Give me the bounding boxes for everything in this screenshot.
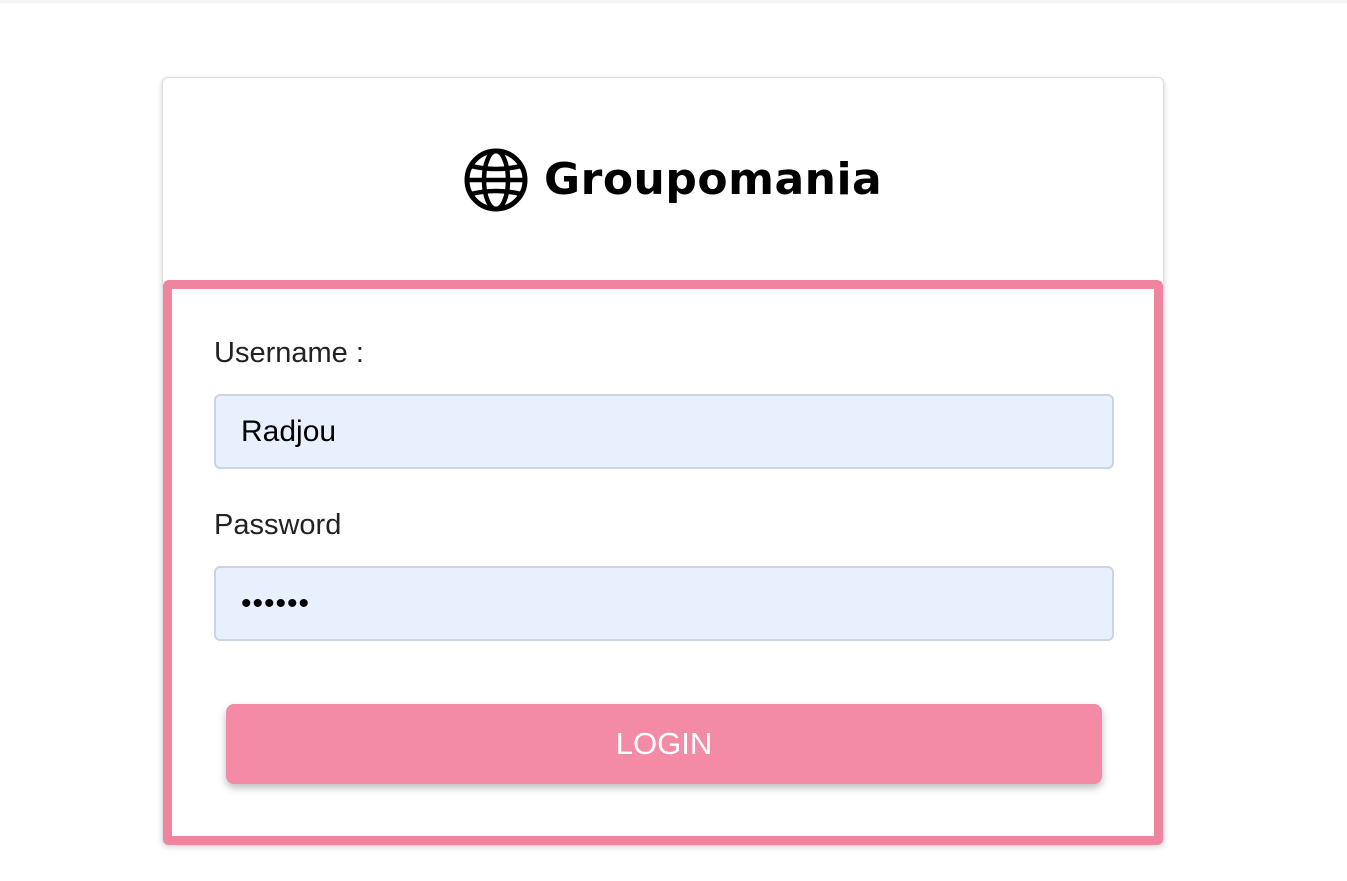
brand-name: Groupomania — [544, 154, 883, 205]
password-input[interactable]: •••••• — [214, 566, 1114, 641]
login-button[interactable]: LOGIN — [226, 704, 1102, 784]
login-card: Groupomania Username : Radjou Password •… — [162, 77, 1164, 845]
brand-logo: Groupomania — [464, 148, 882, 212]
top-bar — [0, 0, 1347, 3]
globe-icon — [464, 148, 528, 212]
username-input[interactable]: Radjou — [214, 394, 1114, 469]
login-form: Username : Radjou Password •••••• LOGIN — [163, 280, 1163, 845]
password-label: Password — [214, 509, 342, 541]
username-label: Username : — [214, 337, 364, 369]
